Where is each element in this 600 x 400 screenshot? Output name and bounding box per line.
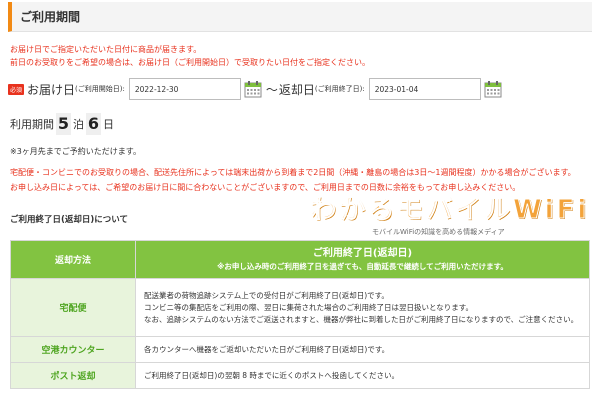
table-row: ポスト返却 ご利用終了日(返却日)の翌朝 8 時までに近くのポストへ投函してくだ… <box>10 362 590 389</box>
return-date-label: 返却日 <box>278 82 315 97</box>
courier-desc-3: なお、追跡システムのない方法でご返送されますと、機器が弊社に到着した日がご利用終… <box>144 314 579 324</box>
calendar-icon[interactable] <box>244 80 262 98</box>
days-count: 6 <box>86 113 101 135</box>
post-return-desc: ご利用終了日(返却日)の翌朝 8 時までに近くのポストへ投函してください。 <box>135 362 590 389</box>
method-airport-counter: 空港カウンター <box>10 336 136 363</box>
courier-desc-1: 配送業者の荷物追跡システム上での受付日がご利用終了日(返却日)です。 <box>144 290 389 300</box>
date-selection-row: 必須 お届け日 (ご利用開始日): 〜 返却日 (ご利用終了日): <box>8 76 588 102</box>
calendar-icon[interactable] <box>484 80 502 98</box>
days-unit: 日 <box>103 118 114 131</box>
intro-line-2: 前日のお受取りをご希望の場合は、お届け日（ご利用開始日）で受取りたい日付をご指定… <box>10 58 370 67</box>
header-return-date-title: ご利用終了日(返却日) <box>312 247 413 259</box>
courier-desc-2: コンビニ等の集配店をご利用の際、翌日に集荷された場合のご利用終了日は翌日扱いとな… <box>144 302 474 312</box>
required-badge: 必須 <box>8 83 25 95</box>
section-title: ご利用期間 <box>20 10 81 24</box>
table-row: 空港カウンター 各カウンターへ機器をご返却いただいた日がご利用終了日(返却日)で… <box>10 336 590 363</box>
return-method-table: 返却方法 ご利用終了日(返却日) ※お申し込み時のご利用終了日を過ぎても、自動延… <box>10 240 590 389</box>
nights-unit: 泊 <box>73 118 84 131</box>
return-date-input[interactable] <box>368 78 481 100</box>
watermark-tagline: モバイルWiFiの知識を高める情報メディア <box>372 228 505 236</box>
application-note: お申し込み日によっては、ご希望のお届け日に間に合わないことがございますので、ご利… <box>10 183 521 192</box>
return-date-sublabel: (ご利用終了日): <box>314 85 365 93</box>
intro-line-1: お届け日でご指定いただいた日付に商品が届きます。 <box>10 45 202 54</box>
delivery-date-label: お届け日 <box>27 82 76 97</box>
range-separator: 〜 <box>265 82 278 97</box>
airport-counter-desc: 各カウンターへ機器をご返却いただいた日がご利用終了日(返却日)です。 <box>135 336 590 363</box>
site-watermark: わかるモバイルWiFi モバイルWiFiの知識を高める情報メディア <box>310 195 595 243</box>
rental-period-page: ご利用期間 お届け日でご指定いただいた日付に商品が届きます。 前日のお受取りをご… <box>0 0 600 400</box>
delivery-date-sublabel: (ご利用開始日): <box>75 85 125 93</box>
method-courier-desc: 配送業者の荷物追跡システム上での受付日がご利用終了日(返却日)です。 コンビニ等… <box>135 278 590 337</box>
table-row: 宅配便 配送業者の荷物追跡システム上での受付日がご利用終了日(返却日)です。 コ… <box>10 278 590 337</box>
section-header: ご利用期間 <box>8 2 592 32</box>
header-return-method: 返却方法 <box>10 240 136 279</box>
delivery-date-input[interactable] <box>128 78 241 100</box>
header-return-date-note: ※お申し込み時のご利用終了日を過ぎても、自動延長で継続してご利用いただけます。 <box>217 261 508 271</box>
rental-period: 利用期間 5 泊 6 日 <box>10 112 114 136</box>
shipping-note: 宅配便・コンビニでのお受取りの場合、配送先住所によっては端末出荷から到着まで2日… <box>10 168 576 177</box>
table-header-row: 返却方法 ご利用終了日(返却日) ※お申し込み時のご利用終了日を過ぎても、自動延… <box>10 240 590 279</box>
method-courier: 宅配便 <box>10 278 136 337</box>
return-date-heading: ご利用終了日(返却日)について <box>10 215 129 225</box>
advance-note: ※3ヶ月先までご予約いただけます。 <box>10 147 141 156</box>
watermark-logo: わかるモバイルWiFi <box>310 195 590 226</box>
header-return-date: ご利用終了日(返却日) ※お申し込み時のご利用終了日を過ぎても、自動延長で継続し… <box>135 240 590 279</box>
method-post-return: ポスト返却 <box>10 362 136 389</box>
nights-count: 5 <box>56 113 71 135</box>
period-label: 利用期間 <box>10 118 54 131</box>
